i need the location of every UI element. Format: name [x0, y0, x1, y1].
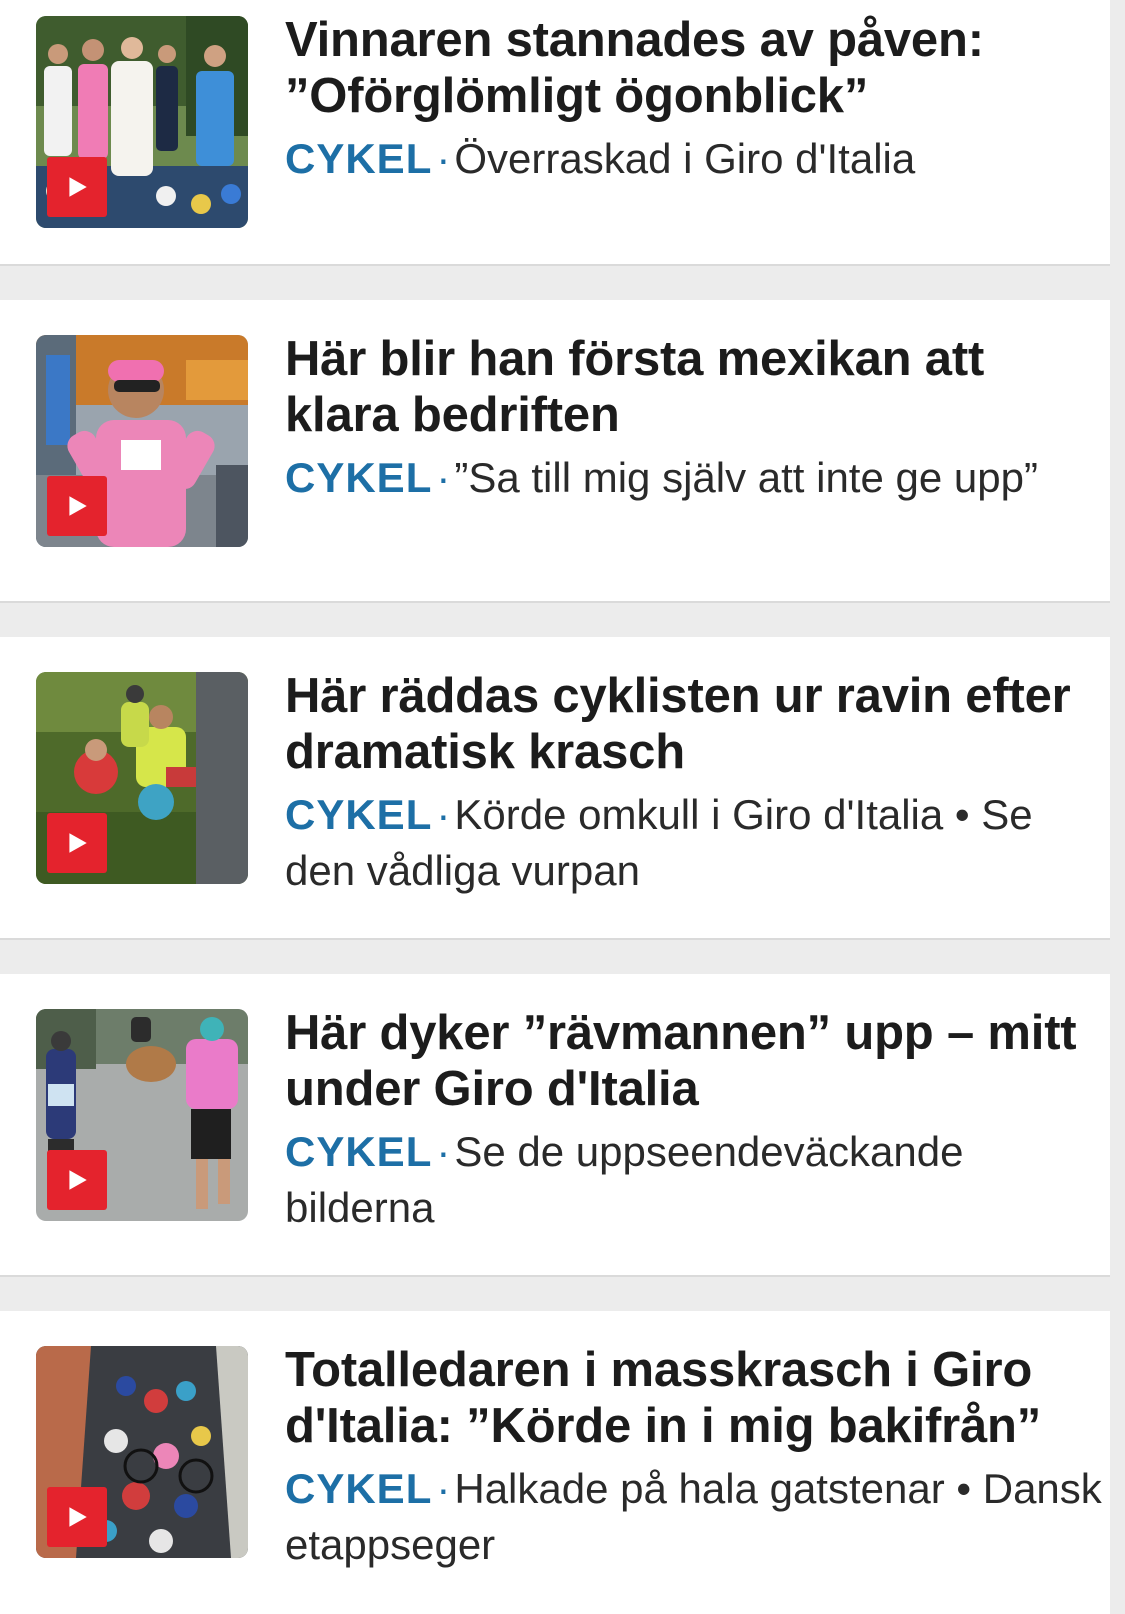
article-card[interactable]: Här blir han första mexikan att klara be… [0, 300, 1110, 603]
play-icon [69, 1507, 87, 1527]
article-meta: CYKEL·Körde omkull i Giro d'Italia • Se … [285, 787, 1102, 899]
article-headline[interactable]: Vinnaren stannades av påven: ”Oförglömli… [285, 12, 1102, 124]
article-text: Här räddas cyklisten ur ravin efter dram… [285, 668, 1102, 899]
play-icon [69, 833, 87, 853]
category-label[interactable]: CYKEL [285, 1128, 432, 1175]
article-text: Här blir han första mexikan att klara be… [285, 331, 1102, 506]
meta-separator: · [436, 1465, 451, 1512]
category-label[interactable]: CYKEL [285, 791, 432, 838]
article-headline[interactable]: Här dyker ”rävmannen” upp – mitt under G… [285, 1005, 1102, 1117]
article-headline[interactable]: Här räddas cyklisten ur ravin efter dram… [285, 668, 1102, 780]
article-thumbnail[interactable] [36, 335, 248, 547]
article-text: Vinnaren stannades av påven: ”Oförglömli… [285, 12, 1102, 187]
article-text: Totalledaren i masskrasch i Giro d'Itali… [285, 1342, 1102, 1573]
article-text: Här dyker ”rävmannen” upp – mitt under G… [285, 1005, 1102, 1236]
video-play-badge[interactable] [47, 157, 107, 217]
article-card[interactable]: Här dyker ”rävmannen” upp – mitt under G… [0, 974, 1110, 1277]
article-thumbnail[interactable] [36, 672, 248, 884]
article-headline[interactable]: Totalledaren i masskrasch i Giro d'Itali… [285, 1342, 1102, 1454]
article-card[interactable]: Här räddas cyklisten ur ravin efter dram… [0, 637, 1110, 940]
play-icon [69, 177, 87, 197]
meta-separator: · [436, 791, 451, 838]
article-subtitle: Överraskad i Giro d'Italia [454, 135, 916, 182]
article-meta: CYKEL·Överraskad i Giro d'Italia [285, 131, 1102, 187]
article-thumbnail[interactable] [36, 16, 248, 228]
article-card[interactable]: Vinnaren stannades av påven: ”Oförglömli… [0, 0, 1110, 266]
video-play-badge[interactable] [47, 1150, 107, 1210]
category-label[interactable]: CYKEL [285, 1465, 432, 1512]
article-card[interactable]: Totalledaren i masskrasch i Giro d'Itali… [0, 1311, 1110, 1614]
article-feed: Vinnaren stannades av påven: ”Oförglömli… [0, 0, 1110, 1614]
article-meta: CYKEL·Se de uppseendeväckande bilderna [285, 1124, 1102, 1236]
play-icon [69, 496, 87, 516]
video-play-badge[interactable] [47, 813, 107, 873]
category-label[interactable]: CYKEL [285, 454, 432, 501]
article-headline[interactable]: Här blir han första mexikan att klara be… [285, 331, 1102, 443]
article-meta: CYKEL·Halkade på hala gatstenar • Dansk … [285, 1461, 1102, 1573]
article-subtitle: ”Sa till mig själv att inte ge upp” [454, 454, 1038, 501]
article-thumbnail[interactable] [36, 1346, 248, 1558]
meta-separator: · [436, 135, 451, 182]
meta-separator: · [436, 1128, 451, 1175]
video-play-badge[interactable] [47, 476, 107, 536]
meta-separator: · [436, 454, 451, 501]
article-meta: CYKEL·”Sa till mig själv att inte ge upp… [285, 450, 1102, 506]
play-icon [69, 1170, 87, 1190]
video-play-badge[interactable] [47, 1487, 107, 1547]
category-label[interactable]: CYKEL [285, 135, 432, 182]
article-thumbnail[interactable] [36, 1009, 248, 1221]
